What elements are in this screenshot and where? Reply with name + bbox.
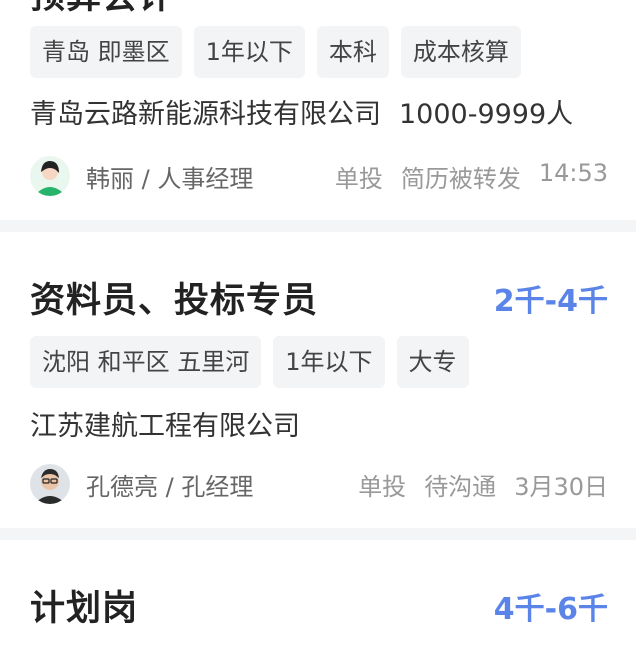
job-title: 资料员、投标专员 xyxy=(30,281,319,321)
delivery-type: 单投 xyxy=(334,164,383,193)
company-line: 青岛云路新能源科技有限公司 1000-9999人 xyxy=(30,92,573,131)
recruiter-row: 韩丽 / 人事经理 单投 简历被转发 14:53 xyxy=(30,156,608,196)
job-title: 预算会计 xyxy=(30,0,174,19)
application-status: 待沟通 xyxy=(424,472,497,501)
salary: 4千-6千 xyxy=(493,591,608,627)
job-card[interactable]: 计划岗 4千-6千 xyxy=(0,540,636,660)
job-tags: 沈阳 和平区 五里河 1年以下 大专 xyxy=(30,336,469,388)
job-title-row: 计划岗 4千-6千 xyxy=(30,580,608,631)
job-title: 计划岗 xyxy=(30,589,139,629)
job-card[interactable]: 资料员、投标专员 2千-4千 沈阳 和平区 五里河 1年以下 大专 江苏建航工程… xyxy=(0,232,636,528)
job-title-row: 预算会计 xyxy=(30,0,608,19)
application-status: 简历被转发 xyxy=(400,164,521,193)
job-title-row: 资料员、投标专员 2千-4千 xyxy=(30,272,608,323)
company-size: 1000-9999人 xyxy=(399,99,574,130)
company-name: 青岛云路新能源科技有限公司 xyxy=(30,99,381,130)
salary: 2千-4千 xyxy=(493,283,608,319)
recruiter-name: 孔德亮 / 孔经理 xyxy=(86,472,254,501)
job-card[interactable]: 预算会计 青岛 即墨区 1年以下 本科 成本核算 青岛云路新能源科技有限公司 10… xyxy=(0,0,636,220)
tag-location: 青岛 即墨区 xyxy=(30,26,182,78)
avatar[interactable] xyxy=(30,156,70,196)
delivery-type: 单投 xyxy=(358,472,407,501)
company-line: 江苏建航工程有限公司 xyxy=(30,404,300,443)
tag-location: 沈阳 和平区 五里河 xyxy=(30,336,262,388)
tag-skill: 成本核算 xyxy=(400,26,521,78)
tag-experience: 1年以下 xyxy=(273,336,385,388)
recruiter-row: 孔德亮 / 孔经理 单投 待沟通 3月30日 xyxy=(30,464,608,504)
avatar[interactable] xyxy=(30,464,70,504)
recruiter-name: 韩丽 / 人事经理 xyxy=(86,164,254,193)
tag-education: 大专 xyxy=(396,336,469,388)
tag-education: 本科 xyxy=(316,26,389,78)
timestamp: 14:53 xyxy=(538,158,608,187)
timestamp: 3月30日 xyxy=(514,472,608,501)
company-name: 江苏建航工程有限公司 xyxy=(30,411,300,442)
job-tags: 青岛 即墨区 1年以下 本科 成本核算 xyxy=(30,26,521,78)
tag-experience: 1年以下 xyxy=(193,26,305,78)
